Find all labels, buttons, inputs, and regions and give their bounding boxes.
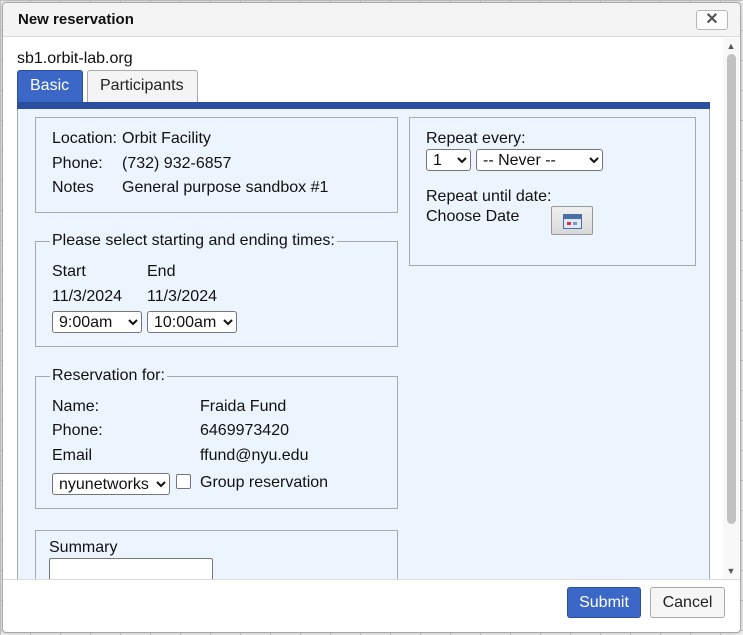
- cancel-button[interactable]: Cancel: [650, 587, 725, 618]
- repeat-count-select[interactable]: 1: [426, 149, 471, 171]
- dialog-title: New reservation: [18, 11, 134, 28]
- project-select[interactable]: nyunetworks: [52, 473, 170, 495]
- basic-tab-panel: Location: Orbit Facility Phone: (732) 93…: [17, 109, 710, 579]
- new-reservation-dialog: New reservation ✕ sb1.orbit-lab.org Basi…: [2, 2, 741, 633]
- repeat-interval-select[interactable]: -- Never --: [476, 149, 603, 171]
- tab-underline: [17, 102, 710, 109]
- scroll-thumb[interactable]: [727, 54, 736, 524]
- repeat-box: Repeat every: 1 -- Never -- Repeat until…: [409, 117, 696, 266]
- tab-participants[interactable]: Participants: [87, 70, 198, 103]
- group-reservation-label: Group reservation: [200, 474, 329, 491]
- dialog-content: sb1.orbit-lab.org Basic Participants Loc…: [3, 38, 722, 579]
- calendar-icon: [563, 214, 582, 229]
- end-label: End: [147, 263, 176, 280]
- host-name: sb1.orbit-lab.org: [17, 50, 133, 67]
- tab-basic[interactable]: Basic: [17, 70, 83, 104]
- name-label: Name:: [52, 398, 100, 415]
- notes-value: General purpose sandbox #1: [122, 179, 329, 196]
- location-label: Location:: [52, 130, 117, 147]
- summary-box: Summary: [35, 530, 398, 579]
- notes-label: Notes: [52, 179, 94, 196]
- end-date: 11/3/2024: [147, 288, 217, 305]
- email-label: Email: [52, 447, 93, 464]
- summary-label: Summary: [49, 539, 118, 556]
- location-box: Location: Orbit Facility Phone: (732) 93…: [35, 117, 398, 213]
- dialog-titlebar: New reservation ✕: [3, 3, 740, 37]
- email-value: ffund@nyu.edu: [200, 447, 309, 464]
- close-icon[interactable]: ✕: [696, 10, 728, 30]
- dialog-footer: Submit Cancel: [3, 579, 740, 632]
- submit-button[interactable]: Submit: [567, 587, 641, 618]
- phone-value: (732) 932-6857: [122, 155, 232, 172]
- calendar-button[interactable]: [551, 206, 593, 235]
- end-time-select[interactable]: 10:00am: [147, 311, 237, 333]
- scroll-up-icon[interactable]: ▲: [726, 41, 736, 51]
- content-scrollbar[interactable]: ▲ ▼: [723, 38, 739, 579]
- user-phone-value: 6469973420: [200, 422, 289, 439]
- times-legend: Please select starting and ending times:: [50, 232, 337, 250]
- group-reservation-checkbox[interactable]: [176, 474, 191, 489]
- start-time-select[interactable]: 9:00am: [52, 311, 142, 333]
- repeat-until-label: Repeat until date:: [426, 188, 552, 205]
- repeat-every-label: Repeat every:: [426, 130, 526, 147]
- times-box: Please select starting and ending times:…: [35, 232, 398, 347]
- phone-label: Phone:: [52, 155, 103, 172]
- start-date: 11/3/2024: [52, 288, 122, 305]
- scroll-down-icon[interactable]: ▼: [726, 566, 736, 576]
- user-phone-label: Phone:: [52, 422, 103, 439]
- name-value: Fraida Fund: [200, 398, 287, 415]
- reservation-for-legend: Reservation for:: [50, 367, 167, 385]
- choose-date-label: Choose Date: [426, 208, 520, 225]
- reservation-for-box: Reservation for: Name: Fraida Fund Phone…: [35, 367, 398, 509]
- start-label: Start: [52, 263, 86, 280]
- location-value: Orbit Facility: [122, 130, 211, 147]
- summary-input[interactable]: [49, 558, 213, 579]
